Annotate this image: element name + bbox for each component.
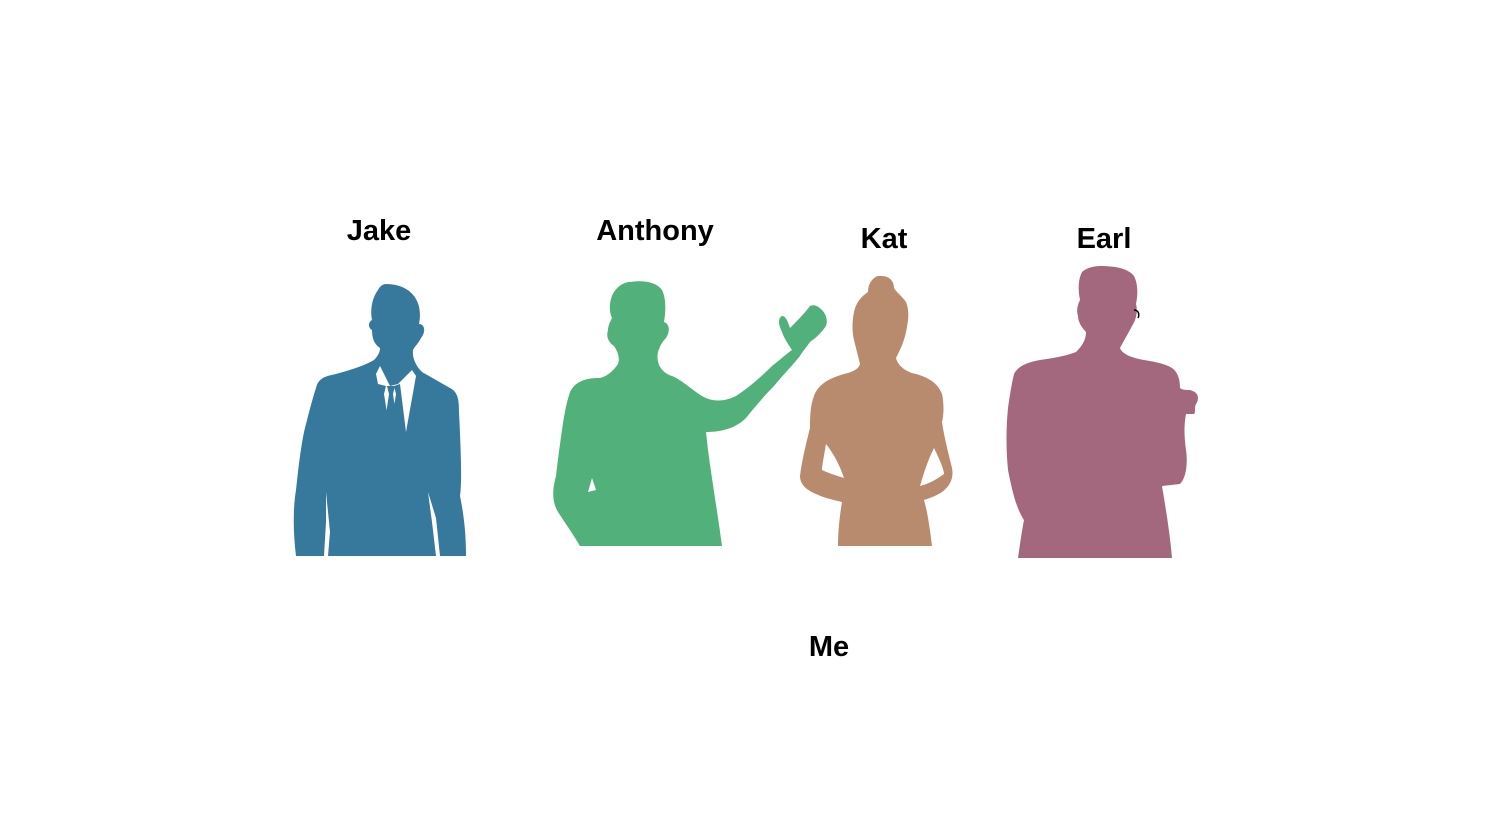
woman-silhouette-icon: [796, 274, 960, 550]
anthony-body: [553, 281, 827, 546]
earl-body: [1006, 266, 1198, 558]
person-label-earl: Earl: [1076, 223, 1132, 255]
kat-body: [800, 276, 953, 546]
people-diagram: Jake Anthony Kat Earl Me: [0, 0, 1508, 824]
self-label: Me: [808, 631, 850, 663]
person-label-anthony: Anthony: [596, 215, 714, 247]
jake-body: [293, 284, 466, 556]
man-in-suit-silhouette-icon: [290, 282, 470, 558]
man-waving-silhouette-icon: [552, 280, 832, 550]
person-label-jake: Jake: [346, 215, 412, 247]
man-with-glasses-silhouette-icon: [1004, 264, 1204, 560]
person-label-kat: Kat: [860, 223, 908, 255]
